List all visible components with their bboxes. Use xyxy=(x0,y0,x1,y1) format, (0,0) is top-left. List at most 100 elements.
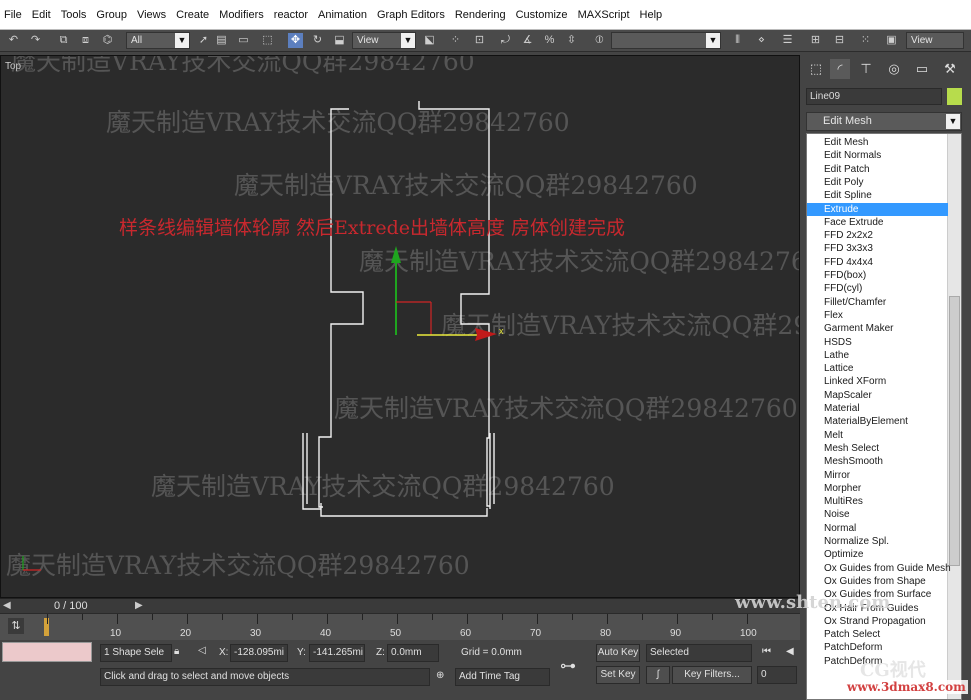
rotate-icon[interactable]: ↻ xyxy=(310,33,325,48)
modifier-option[interactable]: Edit Patch xyxy=(824,163,870,176)
key-mode-dropdown[interactable]: Selected xyxy=(646,644,752,662)
menu-item-graph-editors[interactable]: Graph Editors xyxy=(377,9,445,21)
add-time-tag-button[interactable]: Add Time Tag xyxy=(455,668,550,686)
modifier-option[interactable]: Ox Guides from Shape xyxy=(824,575,926,588)
align-icon[interactable]: ⋄ xyxy=(754,33,769,48)
next-frame-icon[interactable]: ▶ xyxy=(135,600,143,611)
modifier-option[interactable]: FFD 4x4x4 xyxy=(824,256,873,269)
snap-toggle-icon[interactable]: ⤾ xyxy=(498,33,513,48)
modifier-option[interactable]: Garment Maker xyxy=(824,322,893,335)
layer-manager-icon[interactable]: ☰ xyxy=(780,33,795,48)
create-tab-icon[interactable]: ⬚ xyxy=(806,59,826,79)
modifier-option[interactable]: Ox Guides from Guide Mesh xyxy=(824,562,951,575)
default-tangents-icon[interactable]: ∫ xyxy=(646,666,670,684)
modifier-option[interactable]: Edit Normals xyxy=(824,149,881,162)
edit-named-sel-icon[interactable]: ⦶ xyxy=(592,33,607,48)
object-name-field[interactable]: Line09 xyxy=(806,88,942,105)
select-object-icon[interactable]: ➚ xyxy=(196,33,211,48)
unlink-icon[interactable]: ⧈ xyxy=(78,33,93,48)
modifier-option[interactable]: Ox Strand Propagation xyxy=(824,615,926,628)
modifier-option[interactable]: MeshSmooth xyxy=(824,455,883,468)
prev-key-icon[interactable]: ◀ xyxy=(786,646,794,657)
auto-key-button[interactable]: Auto Key xyxy=(596,644,640,662)
menu-item-group[interactable]: Group xyxy=(96,9,127,21)
modifier-option[interactable]: MaterialByElement xyxy=(824,415,908,428)
track-bar[interactable]: ⇅ 10 20 30 40 50 60 70 80 90 100 xyxy=(0,613,800,641)
menu-item-rendering[interactable]: Rendering xyxy=(455,9,506,21)
lock-icon[interactable]: 🔒︎ xyxy=(174,646,179,657)
dropdown-scroll-thumb[interactable] xyxy=(949,296,960,566)
modifier-option[interactable]: Optimize xyxy=(824,548,863,561)
motion-tab-icon[interactable]: ◎ xyxy=(884,59,904,79)
menu-item-maxscript[interactable]: MAXScript xyxy=(578,9,630,21)
menu-item-modifiers[interactable]: Modifiers xyxy=(219,9,264,21)
modifier-option[interactable]: Face Extrude xyxy=(824,216,883,229)
modifier-option[interactable]: FFD(box) xyxy=(824,269,866,282)
menu-item-edit[interactable]: Edit xyxy=(32,9,51,21)
move-icon[interactable]: ✥ xyxy=(288,33,303,48)
render-setup-icon[interactable]: ▣ xyxy=(884,33,899,48)
modifier-option[interactable]: Lattice xyxy=(824,362,853,375)
utilities-tab-icon[interactable]: ⚒ xyxy=(940,59,960,79)
modifier-option[interactable]: Melt xyxy=(824,429,843,442)
rect-region-icon[interactable]: ▭ xyxy=(236,33,251,48)
maxscript-listener[interactable] xyxy=(2,642,92,662)
modifier-option[interactable]: Extrude xyxy=(807,202,948,216)
current-frame-field[interactable]: 0 xyxy=(757,666,797,684)
angle-snap-icon[interactable]: ∡ xyxy=(520,33,535,48)
modifier-option[interactable]: Material xyxy=(824,402,860,415)
absolute-mode-icon[interactable]: ◁ xyxy=(198,645,206,656)
schematic-view-icon[interactable]: ⊟ xyxy=(832,33,847,48)
modifier-option[interactable]: FFD(cyl) xyxy=(824,282,862,295)
modifier-option[interactable]: HSDS xyxy=(824,336,852,349)
modifier-option[interactable]: MultiRes xyxy=(824,495,863,508)
window-crossing-icon[interactable]: ⬚ xyxy=(260,33,275,48)
keyboard-shortcut-icon[interactable]: ⊡ xyxy=(472,33,487,48)
bind-spacewarp-icon[interactable]: ⌬ xyxy=(100,33,115,48)
mini-curve-editor-icon[interactable]: ⇅ xyxy=(8,618,24,634)
selection-filter-dropdown[interactable]: All ▼ xyxy=(126,32,190,49)
menu-item-help[interactable]: Help xyxy=(640,9,663,21)
modifier-option[interactable]: Linked XForm xyxy=(824,375,886,388)
modifier-option[interactable]: FFD 2x2x2 xyxy=(824,229,873,242)
modifier-option[interactable]: MapScaler xyxy=(824,389,872,402)
menu-item-animation[interactable]: Animation xyxy=(318,9,367,21)
modifier-option[interactable]: Mesh Select xyxy=(824,442,879,455)
curve-editor-icon[interactable]: ⊞ xyxy=(808,33,823,48)
mirror-icon[interactable]: ⫴ xyxy=(730,33,745,48)
scene-canvas[interactable]: x xyxy=(1,56,800,598)
ref-coord-dropdown[interactable]: View ▼ xyxy=(352,32,416,49)
modifier-option[interactable]: FFD 3x3x3 xyxy=(824,242,873,255)
menu-item-create[interactable]: Create xyxy=(176,9,209,21)
z-coordinate-field[interactable]: 0.0mm xyxy=(387,644,439,662)
modifier-option[interactable]: Patch Select xyxy=(824,628,880,641)
pivot-center-icon[interactable]: ⬕ xyxy=(422,33,437,48)
add-time-tag-icon[interactable]: ⊕ xyxy=(436,670,444,681)
select-by-name-icon[interactable]: ▤ xyxy=(214,33,229,48)
menu-item-reactor[interactable]: reactor xyxy=(274,9,308,21)
menu-item-views[interactable]: Views xyxy=(137,9,166,21)
x-coordinate-field[interactable]: -128.095mi xyxy=(230,644,288,662)
set-key-button[interactable]: Set Key xyxy=(596,666,640,684)
redo-icon[interactable]: ↷ xyxy=(28,33,43,48)
percent-snap-icon[interactable]: % xyxy=(542,33,557,48)
modifier-option[interactable]: Mirror xyxy=(824,469,850,482)
material-editor-icon[interactable]: ⁙ xyxy=(858,33,873,48)
top-viewport[interactable]: Top 魔天制造VRAY技术交流QQ群29842760 魔天制造VRAY技术交流… xyxy=(0,55,800,598)
undo-icon[interactable]: ↶ xyxy=(6,33,21,48)
menu-item-tools[interactable]: Tools xyxy=(61,9,87,21)
modifier-option[interactable]: Fillet/Chamfer xyxy=(824,296,886,309)
menu-item-customize[interactable]: Customize xyxy=(516,9,568,21)
modifier-option[interactable]: Normalize Spl. xyxy=(824,535,889,548)
render-view-dropdown[interactable]: View xyxy=(906,32,964,49)
modifier-option[interactable]: Edit Poly xyxy=(824,176,863,189)
modifier-option[interactable]: Normal xyxy=(824,522,856,535)
time-slider[interactable]: ◀ 0 / 100 ▶ xyxy=(0,598,800,614)
goto-start-icon[interactable]: ⏮ xyxy=(762,646,771,657)
key-filters-button[interactable]: Key Filters... xyxy=(672,666,752,684)
modifier-dropdown-list[interactable]: Edit Mesh Edit Normals Edit Patch Edit Poly… xyxy=(806,133,962,700)
modifier-option[interactable]: Edit Mesh xyxy=(824,136,868,149)
modifier-option[interactable]: Morpher xyxy=(824,482,861,495)
modifier-option[interactable]: PatchDeform xyxy=(824,641,882,654)
prev-frame-icon[interactable]: ◀ xyxy=(3,600,11,611)
